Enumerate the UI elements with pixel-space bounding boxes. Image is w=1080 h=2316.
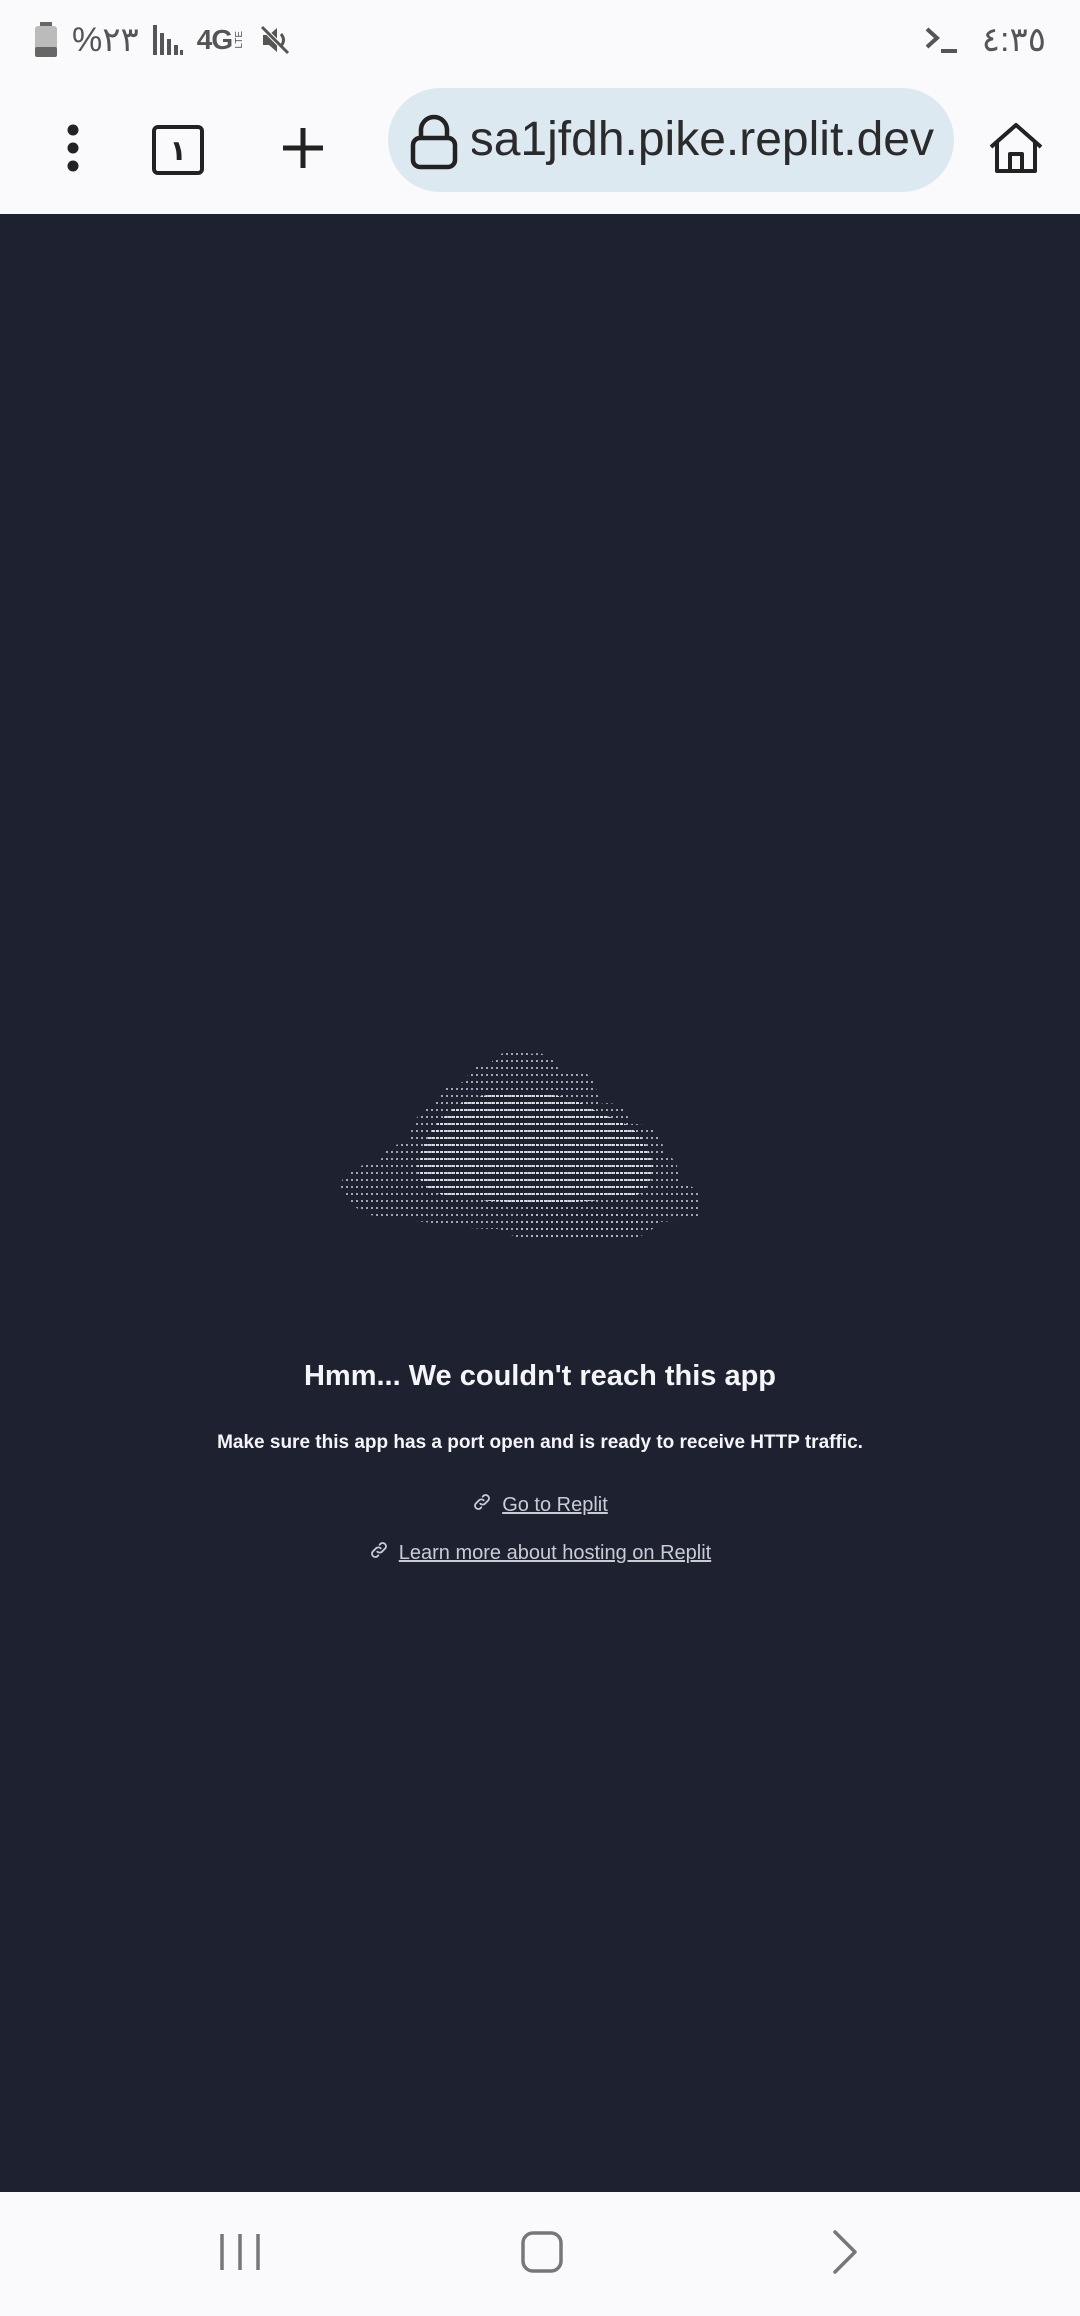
tabs-icon: ١ <box>152 125 204 175</box>
link-icon <box>472 1492 492 1518</box>
error-subtext: Make sure this app has a port open and i… <box>217 1432 863 1453</box>
mute-icon <box>259 24 291 56</box>
url-value: asa1jfdh.pike.replit.dev <box>472 113 934 166</box>
signal-icon <box>152 25 183 55</box>
learn-more-row: Learn more about hosting on Replit <box>0 1540 1080 1566</box>
go-to-replit-row: Go to Replit <box>0 1492 1080 1518</box>
home-icon <box>988 121 1044 180</box>
ascii-cloud-image <box>340 1044 740 1264</box>
address-bar[interactable]: asa1jfdh.pike.replit.dev <box>388 88 954 192</box>
network-sub-text: LTE <box>234 31 246 49</box>
lock-icon[interactable] <box>408 114 460 170</box>
tabs-button[interactable]: ١ <box>138 110 218 190</box>
back-button[interactable] <box>795 2212 895 2296</box>
recents-button[interactable] <box>190 2212 290 2296</box>
lte-icon: 4G LTE <box>197 24 245 56</box>
plus-icon <box>280 125 326 176</box>
page-content: Hmm... We couldn't reach this app Make s… <box>0 214 1080 2192</box>
back-icon <box>831 2229 859 2280</box>
learn-more-link[interactable]: Learn more about hosting on Replit <box>399 1542 711 1565</box>
link-icon <box>369 1540 389 1566</box>
status-left: %٢٣ 4G LTE <box>34 18 291 62</box>
new-tab-button[interactable] <box>263 110 343 190</box>
more-vert-icon <box>66 124 80 177</box>
go-to-replit-link[interactable]: Go to Replit <box>502 1494 608 1517</box>
status-time: ٤:٣٥ <box>981 21 1046 59</box>
url-text[interactable]: asa1jfdh.pike.replit.dev <box>472 88 934 192</box>
tab-count: ١ <box>169 134 187 166</box>
system-nav-bar <box>0 2192 1080 2316</box>
nav-home-button[interactable] <box>492 2212 592 2296</box>
battery-icon <box>34 22 58 58</box>
battery-text: %٢٣ <box>72 21 139 59</box>
home-nav-icon <box>520 2230 564 2279</box>
error-heading: Hmm... We couldn't reach this app <box>303 1360 777 1392</box>
more-menu-button[interactable] <box>33 110 113 190</box>
terminal-icon <box>924 25 958 55</box>
status-bar: %٢٣ 4G LTE ٤:٣٥ <box>0 0 1080 80</box>
status-right: ٤:٣٥ <box>924 18 1046 62</box>
recents-icon <box>218 2232 262 2277</box>
home-button[interactable] <box>976 110 1056 190</box>
network-text: 4G <box>196 24 233 55</box>
browser-toolbar: ١ asa1jfdh.pike.replit.dev <box>0 80 1080 214</box>
